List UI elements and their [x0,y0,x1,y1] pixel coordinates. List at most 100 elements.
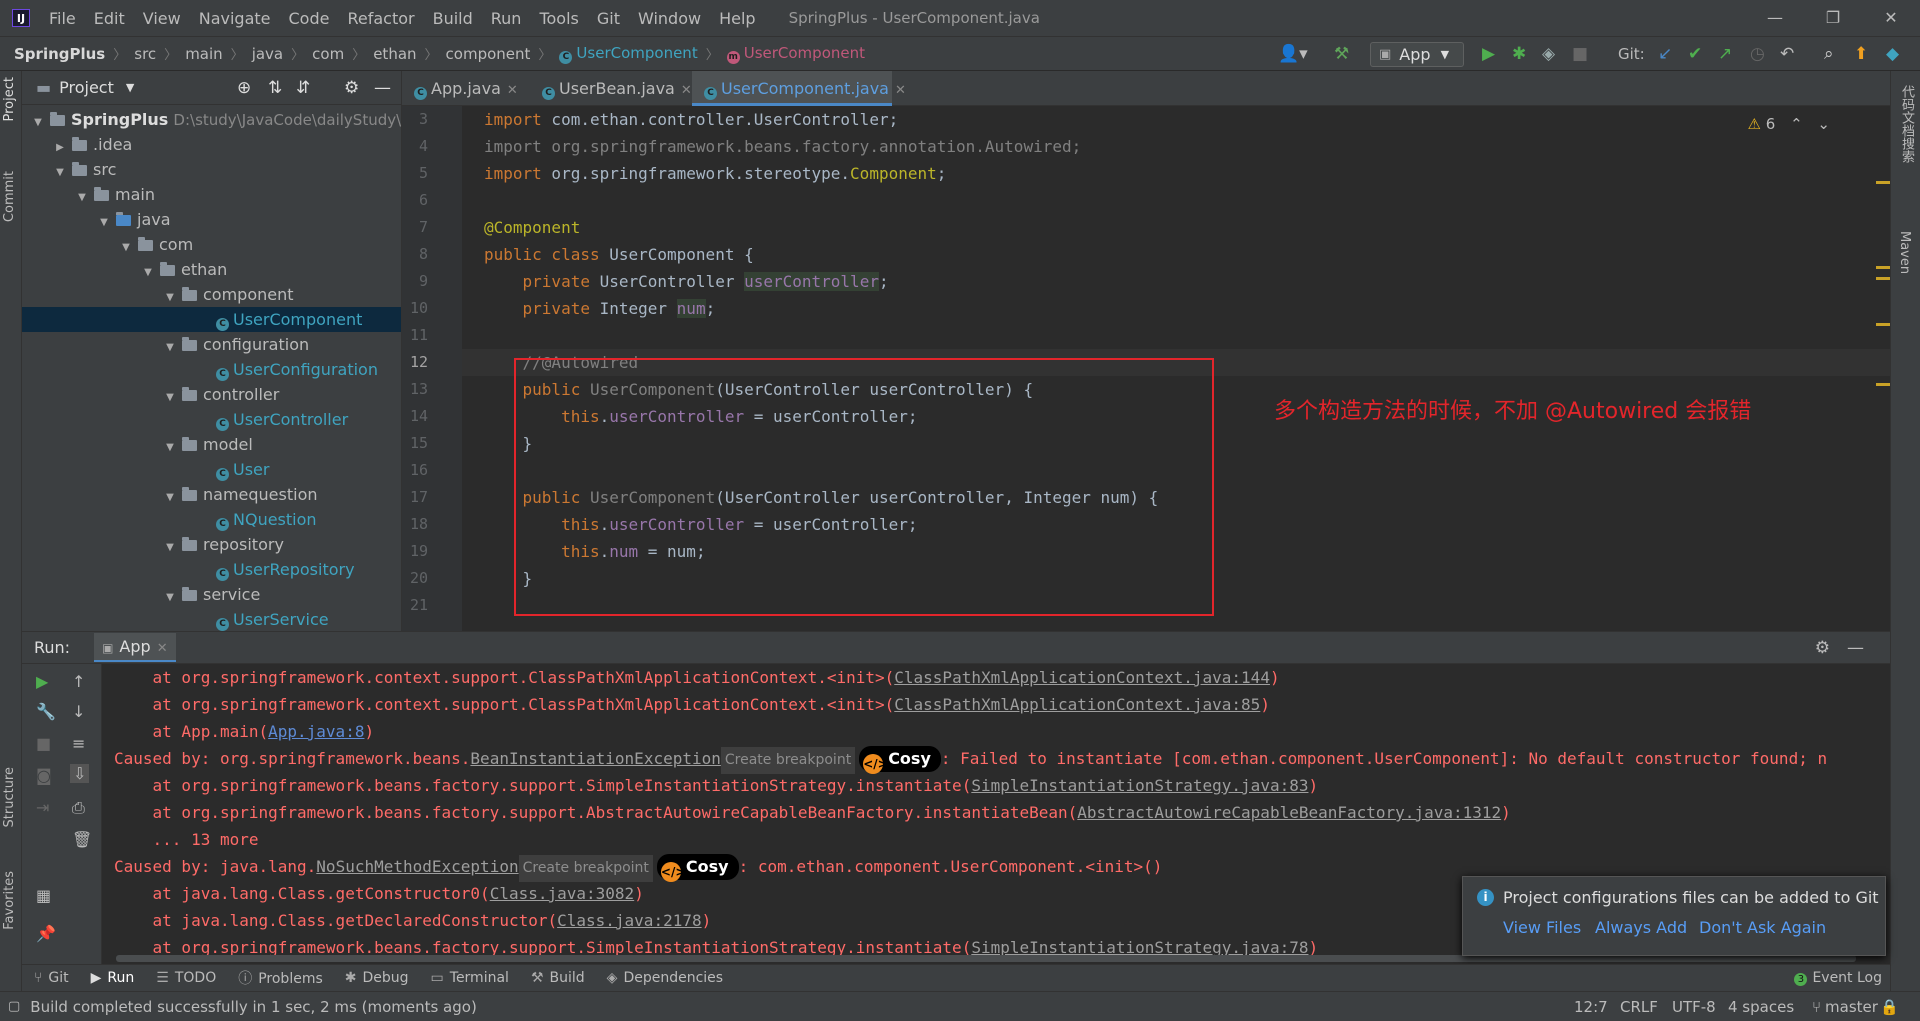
menu-view[interactable]: View [134,9,190,28]
tree-item-controller[interactable]: ▼ controller [22,382,401,407]
scroll-down-icon[interactable]: ↓ [72,702,85,721]
toolbox-icon[interactable]: ◆ [1886,37,1899,72]
layout-icon[interactable]: ▦ [36,886,51,905]
tree-item-userrepository[interactable]: C UserRepository [22,557,401,582]
code-area[interactable]: import com.ethan.controller.UserControll… [402,106,1890,631]
console-link[interactable]: ClassPathXmlApplicationContext.java:85 [894,695,1260,714]
collapse-all-icon[interactable]: ⇵ [296,78,310,98]
tree-item-src[interactable]: ▼ src [22,157,401,182]
tab-userbean-java[interactable]: C UserBean.java ✕ [530,71,692,106]
status-message[interactable]: Build completed successfully in 1 sec, 2… [30,998,477,1016]
line-separator[interactable]: CRLF [1620,998,1658,1016]
menu-edit[interactable]: Edit [85,9,134,28]
breadcrumb-method[interactable]: m UserComponent [726,44,865,64]
gear-icon[interactable]: ⚙ [1815,638,1830,658]
wrench-icon[interactable]: 🔧 [36,702,56,721]
run-configuration-select[interactable]: ▣ App ▼ [1370,42,1464,67]
bottom-tab-git[interactable]: ⑂ Git [34,970,69,986]
menu-help[interactable]: Help [710,9,764,28]
search-icon[interactable]: ⌕ [1824,37,1834,72]
tool-tab-maven[interactable]: Maven [1897,231,1912,274]
menu-navigate[interactable]: Navigate [190,9,280,28]
tree-item-usercomponent[interactable]: C UserComponent [22,307,401,332]
stop-icon[interactable]: ■ [36,734,51,753]
tree-item-namequestion[interactable]: ▼ namequestion [22,482,401,507]
close-icon[interactable]: ✕ [681,83,692,98]
breadcrumb-component[interactable]: component [446,45,531,63]
console-link[interactable]: App.java:8 [268,722,364,741]
horizontal-scrollbar[interactable] [116,955,1856,962]
console-link[interactable]: ClassPathXmlApplicationContext.java:144 [894,668,1270,687]
soft-wrap-icon[interactable]: ≡ [72,734,85,753]
menu-run[interactable]: Run [482,9,531,28]
bottom-tab-build[interactable]: ⚒ Build [531,970,585,986]
tree-item-repository[interactable]: ▼ repository [22,532,401,557]
scroll-to-end-icon[interactable]: ⇩ [70,764,90,783]
file-encoding[interactable]: UTF-8 [1672,998,1716,1016]
console-link[interactable]: BeanInstantiationException [470,749,720,768]
close-icon[interactable]: ✕ [507,83,518,98]
tree-item-root[interactable]: ▼ SpringPlus D:\study\JavaCode\dailyStudy… [22,107,401,132]
debug-icon[interactable]: ✱ [1512,37,1526,72]
hide-panel-icon[interactable]: — [374,78,391,98]
create-breakpoint-button[interactable]: Create breakpoint [518,855,653,882]
user-icon[interactable]: 👤▾ [1278,37,1308,72]
tree-item-configuration[interactable]: ▼ configuration [22,332,401,357]
chevron-down-icon[interactable]: ⌄ [1817,115,1830,133]
breadcrumb-java[interactable]: java [252,45,283,63]
stop-icon[interactable]: ■ [1572,37,1588,72]
close-icon[interactable]: ✕ [157,641,168,656]
close-icon[interactable]: ✕ [895,83,906,98]
scroll-up-icon[interactable]: ↑ [72,672,85,691]
exit-icon[interactable]: ⇥ [36,798,49,817]
tool-tab-commit[interactable]: Commit [2,171,17,222]
menu-git[interactable]: Git [588,9,629,28]
bottom-tab-event-log[interactable]: 3 Event Log [1794,970,1882,986]
camera-icon[interactable]: ◙ [36,766,52,785]
pin-icon[interactable]: 📌 [36,924,56,943]
chevron-up-icon[interactable]: ⌃ [1790,115,1803,133]
breadcrumb-class[interactable]: C UserComponent [559,44,698,64]
cosy-button[interactable]: </>Cosy [656,854,739,882]
lock-icon[interactable]: 🔒 [1880,998,1899,1016]
bottom-tab-debug[interactable]: ✱ Debug [345,970,409,986]
menu-code[interactable]: Code [280,9,339,28]
always-add-link[interactable]: Always Add [1595,918,1687,937]
git-push-icon[interactable]: ↗ [1718,37,1732,72]
bottom-tab-todo[interactable]: ☰ TODO [156,970,216,986]
tab-usercomponent-java[interactable]: C UserComponent.java ✕ [692,71,906,106]
tree-item-userservice[interactable]: C UserService [22,607,401,631]
menu-build[interactable]: Build [424,9,482,28]
caret-position[interactable]: 12:7 [1574,998,1608,1016]
menu-refactor[interactable]: Refactor [338,9,423,28]
console-link[interactable]: AbstractAutowireCapableBeanFactory.java:… [1077,803,1501,822]
console-link[interactable]: SimpleInstantiationStrategy.java:83 [971,776,1308,795]
print-icon[interactable]: ⎙ [72,798,85,818]
bottom-tab-terminal[interactable]: ▭ Terminal [431,970,509,986]
cosy-button[interactable]: </>Cosy [859,746,941,774]
breadcrumb-com[interactable]: com [312,45,344,63]
hide-panel-icon[interactable]: — [1847,638,1864,658]
dont-ask-again-link[interactable]: Don't Ask Again [1699,918,1826,937]
update-icon[interactable]: ⬆ [1854,37,1868,72]
console-link[interactable]: Class.java:3082 [490,884,635,903]
git-update-icon[interactable]: ↙ [1658,37,1672,72]
minimize-button[interactable]: — [1746,0,1804,36]
tree-item-com[interactable]: ▼ com [22,232,401,257]
tree-item-main[interactable]: ▼ main [22,182,401,207]
console-link[interactable]: NoSuchMethodException [316,857,518,876]
tab-app-java[interactable]: C App.java ✕ [402,71,528,106]
create-breakpoint-button[interactable]: Create breakpoint [720,747,856,774]
indent-setting[interactable]: 4 spaces [1728,998,1794,1016]
tree-item-nquestion[interactable]: C NQuestion [22,507,401,532]
breadcrumb-project[interactable]: SpringPlus [14,45,105,63]
console-link[interactable]: Class.java:2178 [557,911,702,930]
warnings-indicator[interactable]: ⚠ 6 ⌃ ⌄ [1748,115,1831,133]
trash-icon[interactable]: 🗑 [72,830,92,849]
bottom-tab-dependencies[interactable]: ◈ Dependencies [607,970,723,986]
git-commit-icon[interactable]: ✔ [1688,37,1702,72]
breadcrumb-src[interactable]: src [134,45,156,63]
tree-item-user[interactable]: C User [22,457,401,482]
coverage-icon[interactable]: ◈ [1542,37,1555,72]
tool-tab-favorites[interactable]: Favorites [2,871,17,930]
